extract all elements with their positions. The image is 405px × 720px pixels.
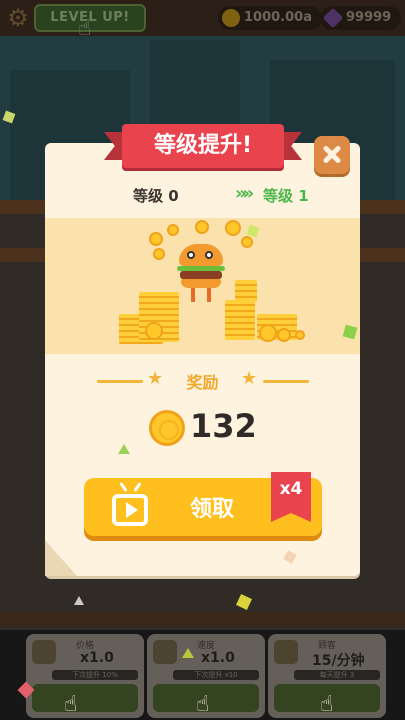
coin-icon [153,248,165,260]
reward-amount: 132 [190,407,257,445]
dialog-title: 等级提升! [122,124,284,168]
pointing-hand-icon: ☝ [64,692,78,717]
confetti [118,444,130,454]
star-icon: ★ [241,368,258,389]
coin-icon [167,224,179,236]
confetti [74,596,84,605]
reward-illustration [45,218,360,354]
coin-icon [277,328,291,342]
burger-mascot [177,244,225,304]
coin-icon [241,236,253,248]
close-icon[interactable] [314,136,350,174]
confetti [182,648,194,658]
coin-icon [149,410,185,446]
reward-label: 奖励 [186,373,219,392]
coin-icon [225,220,241,236]
tv-antenna [119,482,128,492]
video-ad-tv-icon [112,494,148,526]
coin-icon [295,330,305,340]
coin-stack [225,300,255,340]
pointing-hand-icon: ☝ [196,692,210,717]
current-level: 等级 0 [133,187,179,205]
coin-icon [149,232,163,246]
reward-header: ★ 奖励 ★ [45,366,360,396]
claim-label: 领取 [189,497,234,522]
coin-icon [195,220,209,234]
divider-line [263,380,309,383]
level-progression: 等级 0 »» 等级 1 [45,183,360,209]
coin-icon [145,322,163,340]
coin-stack [235,280,257,302]
coin-icon [259,324,277,342]
tv-antenna [133,482,142,492]
next-level: 等级 1 [263,187,309,205]
double-chevron-right-icon: »» [235,183,254,204]
pointing-hand-icon: ☝ [320,692,334,717]
